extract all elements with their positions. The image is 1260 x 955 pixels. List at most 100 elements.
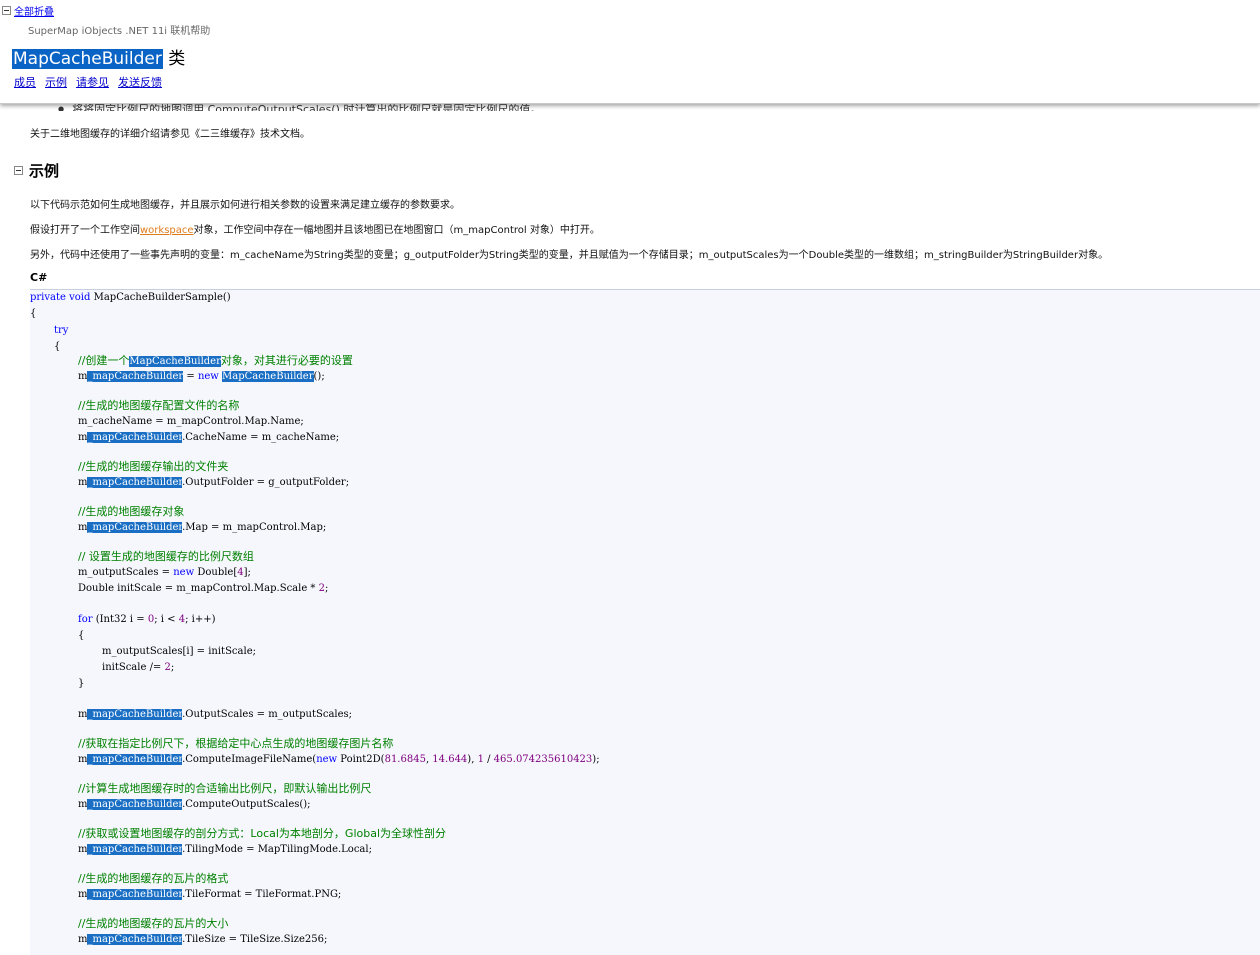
code-token: new <box>197 371 219 382</box>
code-line: { <box>30 306 36 321</box>
code-token: = <box>183 371 198 382</box>
code-token: Point2D( <box>337 754 385 765</box>
code-language-label: C# <box>30 271 48 284</box>
highlighted-token: MapCacheBuilder <box>222 371 314 382</box>
code-line: private void MapCacheBuilderSample() <box>30 290 231 305</box>
product-name: SuperMap iObjects .NET 11i 联机帮助 <box>28 26 211 37</box>
highlighted-token: _mapCacheBuilder <box>87 844 183 855</box>
nav-link-feedback[interactable]: 发送反馈 <box>118 74 162 90</box>
code-comment: //获取在指定比例尺下，根据给定中心点生成的地图缓存图片名称 <box>78 737 394 750</box>
code-line: m_mapCacheBuilder.TileFormat = TileForma… <box>78 887 341 902</box>
nav-link-members[interactable]: 成员 <box>14 74 36 90</box>
code-line: { <box>78 628 84 643</box>
code-line: m_mapCacheBuilder.OutputScales = m_outpu… <box>78 707 352 722</box>
code-comment: //生成的地图缓存配置文件的名称 <box>78 399 240 412</box>
code-token: initScale /= <box>102 662 165 673</box>
code-token: Double initScale = m_mapControl.Map.Scal… <box>78 583 319 594</box>
code-line: Double initScale = m_mapControl.Map.Scal… <box>78 581 328 596</box>
code-token: / <box>483 754 494 765</box>
code-line: //生成的地图缓存对象 <box>78 504 184 520</box>
code-token: .OutputFolder = g_outputFolder; <box>182 477 350 488</box>
variables-paragraph: 另外，代码中还使用了一些事先声明的变量：m_cacheName为String类型… <box>30 250 1109 261</box>
highlighted-token: _mapCacheBuilder <box>87 709 183 720</box>
code-line: //计算生成地图缓存时的合适输出比例尺，即默认输出比例尺 <box>78 781 371 797</box>
code-line: m_mapCacheBuilder.CacheName = m_cacheNam… <box>78 430 339 445</box>
code-line: m_mapCacheBuilder.OutputFolder = g_outpu… <box>78 475 349 490</box>
nav-link-see-also[interactable]: 请参见 <box>76 74 109 90</box>
code-token: (); <box>313 371 325 382</box>
code-line: m_outputScales = new Double[4]; <box>78 565 251 580</box>
highlighted-token: _mapCacheBuilder <box>87 522 183 533</box>
code-line: m_cacheName = m_mapControl.Map.Name; <box>78 414 304 429</box>
code-token: new <box>316 754 338 765</box>
code-token: .TilingMode = MapTilingMode.Local; <box>182 844 372 855</box>
code-token: .Map = m_mapControl.Map; <box>182 522 327 533</box>
workspace-link[interactable]: workspace <box>140 225 194 236</box>
code-token: ), <box>467 754 478 765</box>
code-token: ; <box>324 583 329 594</box>
code-comment: // 设置生成的地图缓存的比例尺数组 <box>78 550 254 563</box>
collapse-all-label: 全部折叠 <box>14 7 54 18</box>
highlighted-token: _mapCacheBuilder <box>87 371 184 382</box>
code-token: MapCacheBuilderSample() <box>90 292 231 303</box>
code-line: //生成的地图缓存配置文件的名称 <box>78 398 239 414</box>
workspace-paragraph-after: 对象，工作空间中存在一幅地图并且该地图已在地图窗口（m_mapControl 对… <box>193 225 600 236</box>
nav-links: 成员 示例 请参见 发送反馈 <box>14 74 162 90</box>
code-token: 14.644 <box>432 754 468 765</box>
collapse-all-button[interactable]: 全部折叠 <box>2 3 54 18</box>
code-line: { <box>54 339 60 354</box>
code-line: //生成的地图缓存输出的文件夹 <box>78 459 228 475</box>
code-token: 465.074235610423 <box>493 754 593 765</box>
section-title: 示例 <box>29 162 60 180</box>
highlighted-token: _mapCacheBuilder <box>87 889 183 900</box>
code-comment: //生成的地图缓存输出的文件夹 <box>78 460 229 473</box>
workspace-paragraph-before: 假设打开了一个工作空间 <box>30 225 140 236</box>
code-line: } <box>78 676 84 691</box>
code-comment: //生成的地图缓存的瓦片的格式 <box>78 872 229 885</box>
code-token: { <box>54 341 61 352</box>
page-title-class-name: MapCacheBuilder <box>12 49 163 69</box>
code-token: } <box>78 678 85 689</box>
code-token: 81.6845 <box>384 754 426 765</box>
collapse-section-icon[interactable] <box>14 166 23 175</box>
code-token: .OutputScales = m_outputScales; <box>182 709 353 720</box>
highlighted-token: MapCacheBuilder <box>129 356 221 367</box>
remark-paragraph: 关于二维地图缓存的详细介绍请参见《二三维缓存》技术文档。 <box>30 129 310 140</box>
page-title: MapCacheBuilder 类 <box>12 44 185 69</box>
example-intro-paragraph: 以下代码示范如何生成地图缓存，并且展示如何进行相关参数的设置来满足建立缓存的参数… <box>30 200 460 211</box>
code-token: ]; <box>243 567 251 578</box>
code-line: m_mapCacheBuilder.Map = m_mapControl.Map… <box>78 520 326 535</box>
code-token: m_outputScales[i] = initScale; <box>102 646 256 657</box>
code-token: .CacheName = m_cacheName; <box>182 432 340 443</box>
highlighted-token: _mapCacheBuilder <box>87 477 183 488</box>
code-line: m_mapCacheBuilder.TilingMode = MapTiling… <box>78 842 372 857</box>
code-token: try <box>54 325 69 336</box>
code-comment: //生成的地图缓存对象 <box>78 505 185 518</box>
workspace-paragraph: 假设打开了一个工作空间workspace对象，工作空间中存在一幅地图并且该地图已… <box>30 221 600 236</box>
code-token: { <box>78 630 85 641</box>
code-line: try <box>54 323 68 338</box>
code-token: private <box>30 292 66 303</box>
highlighted-token: _mapCacheBuilder <box>87 799 183 810</box>
code-line: for (Int32 i = 0; i < 4; i++) <box>78 612 215 627</box>
code-line: m_mapCacheBuilder = new MapCacheBuilder(… <box>78 369 325 384</box>
page-title-suffix: 类 <box>162 49 186 69</box>
code-comment: 对象，对其进行必要的设置 <box>220 354 353 367</box>
code-comment: //生成的地图缓存的瓦片的大小 <box>78 917 229 930</box>
nav-link-example[interactable]: 示例 <box>45 74 67 90</box>
code-line: m_mapCacheBuilder.TileSize = TileSize.Si… <box>78 932 327 947</box>
page-header: 全部折叠 SuperMap iObjects .NET 11i 联机帮助 Map… <box>0 0 1260 104</box>
code-token: .TileSize = TileSize.Size256; <box>182 934 328 945</box>
code-token: ); <box>592 754 600 765</box>
code-token: ; <box>170 662 175 673</box>
code-line: //生成的地图缓存的瓦片的大小 <box>78 916 228 932</box>
code-line: m_outputScales[i] = initScale; <box>102 644 256 659</box>
code-token: for <box>78 614 93 625</box>
code-token: .ComputeOutputScales(); <box>182 799 311 810</box>
code-token: .ComputeImageFileName( <box>182 754 317 765</box>
code-token: void <box>69 292 91 303</box>
code-line: m_mapCacheBuilder.ComputeOutputScales(); <box>78 797 311 812</box>
code-line: // 设置生成的地图缓存的比例尺数组 <box>78 549 254 565</box>
code-token: m_outputScales = <box>78 567 174 578</box>
example-section-header[interactable]: 示例 <box>14 160 59 181</box>
